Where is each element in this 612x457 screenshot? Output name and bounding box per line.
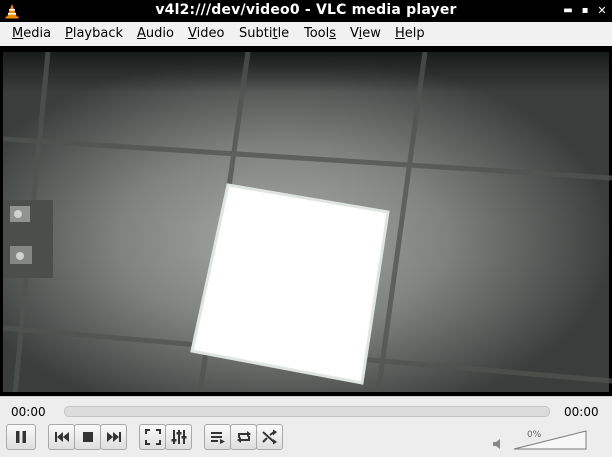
volume-slider[interactable] bbox=[512, 429, 588, 451]
window-title: v4l2:///dev/video0 - VLC media player bbox=[155, 2, 457, 18]
menu-bar: Media Playback Audio Video Subtitle Tool… bbox=[0, 22, 612, 47]
menu-subtitle-rest: le bbox=[277, 26, 290, 41]
maximize-icon[interactable]: ▪ bbox=[579, 5, 591, 17]
remaining-time: 00:00 bbox=[564, 405, 599, 419]
menu-media-rest: edia bbox=[23, 26, 52, 41]
fullscreen-button[interactable] bbox=[139, 424, 166, 450]
menu-audio-rest: udio bbox=[145, 26, 174, 41]
menu-audio[interactable]: Audio bbox=[137, 26, 174, 41]
menu-playback-rest: layback bbox=[72, 26, 124, 41]
menu-help-accel: H bbox=[395, 26, 405, 41]
menu-help-rest: elp bbox=[404, 26, 425, 41]
next-button[interactable] bbox=[100, 424, 127, 450]
menu-view-pre: V bbox=[350, 26, 359, 41]
fullscreen-icon bbox=[144, 429, 161, 445]
menu-view-rest: ew bbox=[362, 26, 381, 41]
menu-tools-accel: s bbox=[329, 26, 337, 41]
shuffle-button[interactable] bbox=[256, 424, 283, 450]
menu-help[interactable]: Help bbox=[395, 26, 425, 41]
menu-subtitle[interactable]: Subtitle bbox=[239, 26, 289, 41]
elapsed-time: 00:00 bbox=[11, 405, 46, 419]
minimize-icon[interactable]: ▬ bbox=[562, 5, 574, 17]
previous-button[interactable] bbox=[48, 424, 75, 450]
menu-audio-accel: A bbox=[137, 26, 146, 41]
menu-video[interactable]: Video bbox=[188, 26, 224, 41]
menu-playback[interactable]: Playback bbox=[65, 26, 123, 41]
menu-subtitle-pre: Subti bbox=[239, 26, 273, 41]
menu-playback-accel: P bbox=[65, 26, 73, 41]
menu-video-accel: V bbox=[188, 26, 197, 41]
playlist-icon bbox=[210, 432, 225, 444]
menu-media-accel: M bbox=[12, 26, 24, 41]
pause-icon bbox=[16, 431, 26, 443]
extended-settings-button[interactable] bbox=[165, 424, 192, 450]
speaker-icon[interactable] bbox=[492, 438, 504, 450]
menu-tools-pre: Tool bbox=[304, 26, 330, 41]
loop-icon bbox=[236, 431, 251, 443]
previous-icon bbox=[54, 432, 69, 442]
menu-view[interactable]: View bbox=[350, 26, 381, 41]
next-icon bbox=[106, 432, 121, 442]
extended-settings-icon bbox=[171, 430, 186, 444]
menu-video-rest: ideo bbox=[196, 26, 225, 41]
loop-button[interactable] bbox=[230, 424, 257, 450]
video-output[interactable] bbox=[0, 46, 612, 396]
stop-button[interactable] bbox=[74, 424, 101, 450]
title-bar: v4l2:///dev/video0 - VLC media player ▬ … bbox=[0, 0, 612, 22]
menu-media[interactable]: Media bbox=[12, 26, 51, 41]
video-frame-image bbox=[0, 46, 612, 396]
fixture-shape bbox=[3, 200, 53, 278]
shuffle-icon bbox=[261, 429, 277, 445]
seek-slider[interactable] bbox=[64, 406, 550, 417]
menu-tools[interactable]: Tools bbox=[304, 26, 336, 41]
close-icon[interactable]: ✕ bbox=[596, 5, 608, 17]
stop-icon bbox=[82, 432, 93, 442]
playlist-button[interactable] bbox=[204, 424, 231, 450]
pause-button[interactable] bbox=[6, 424, 36, 450]
